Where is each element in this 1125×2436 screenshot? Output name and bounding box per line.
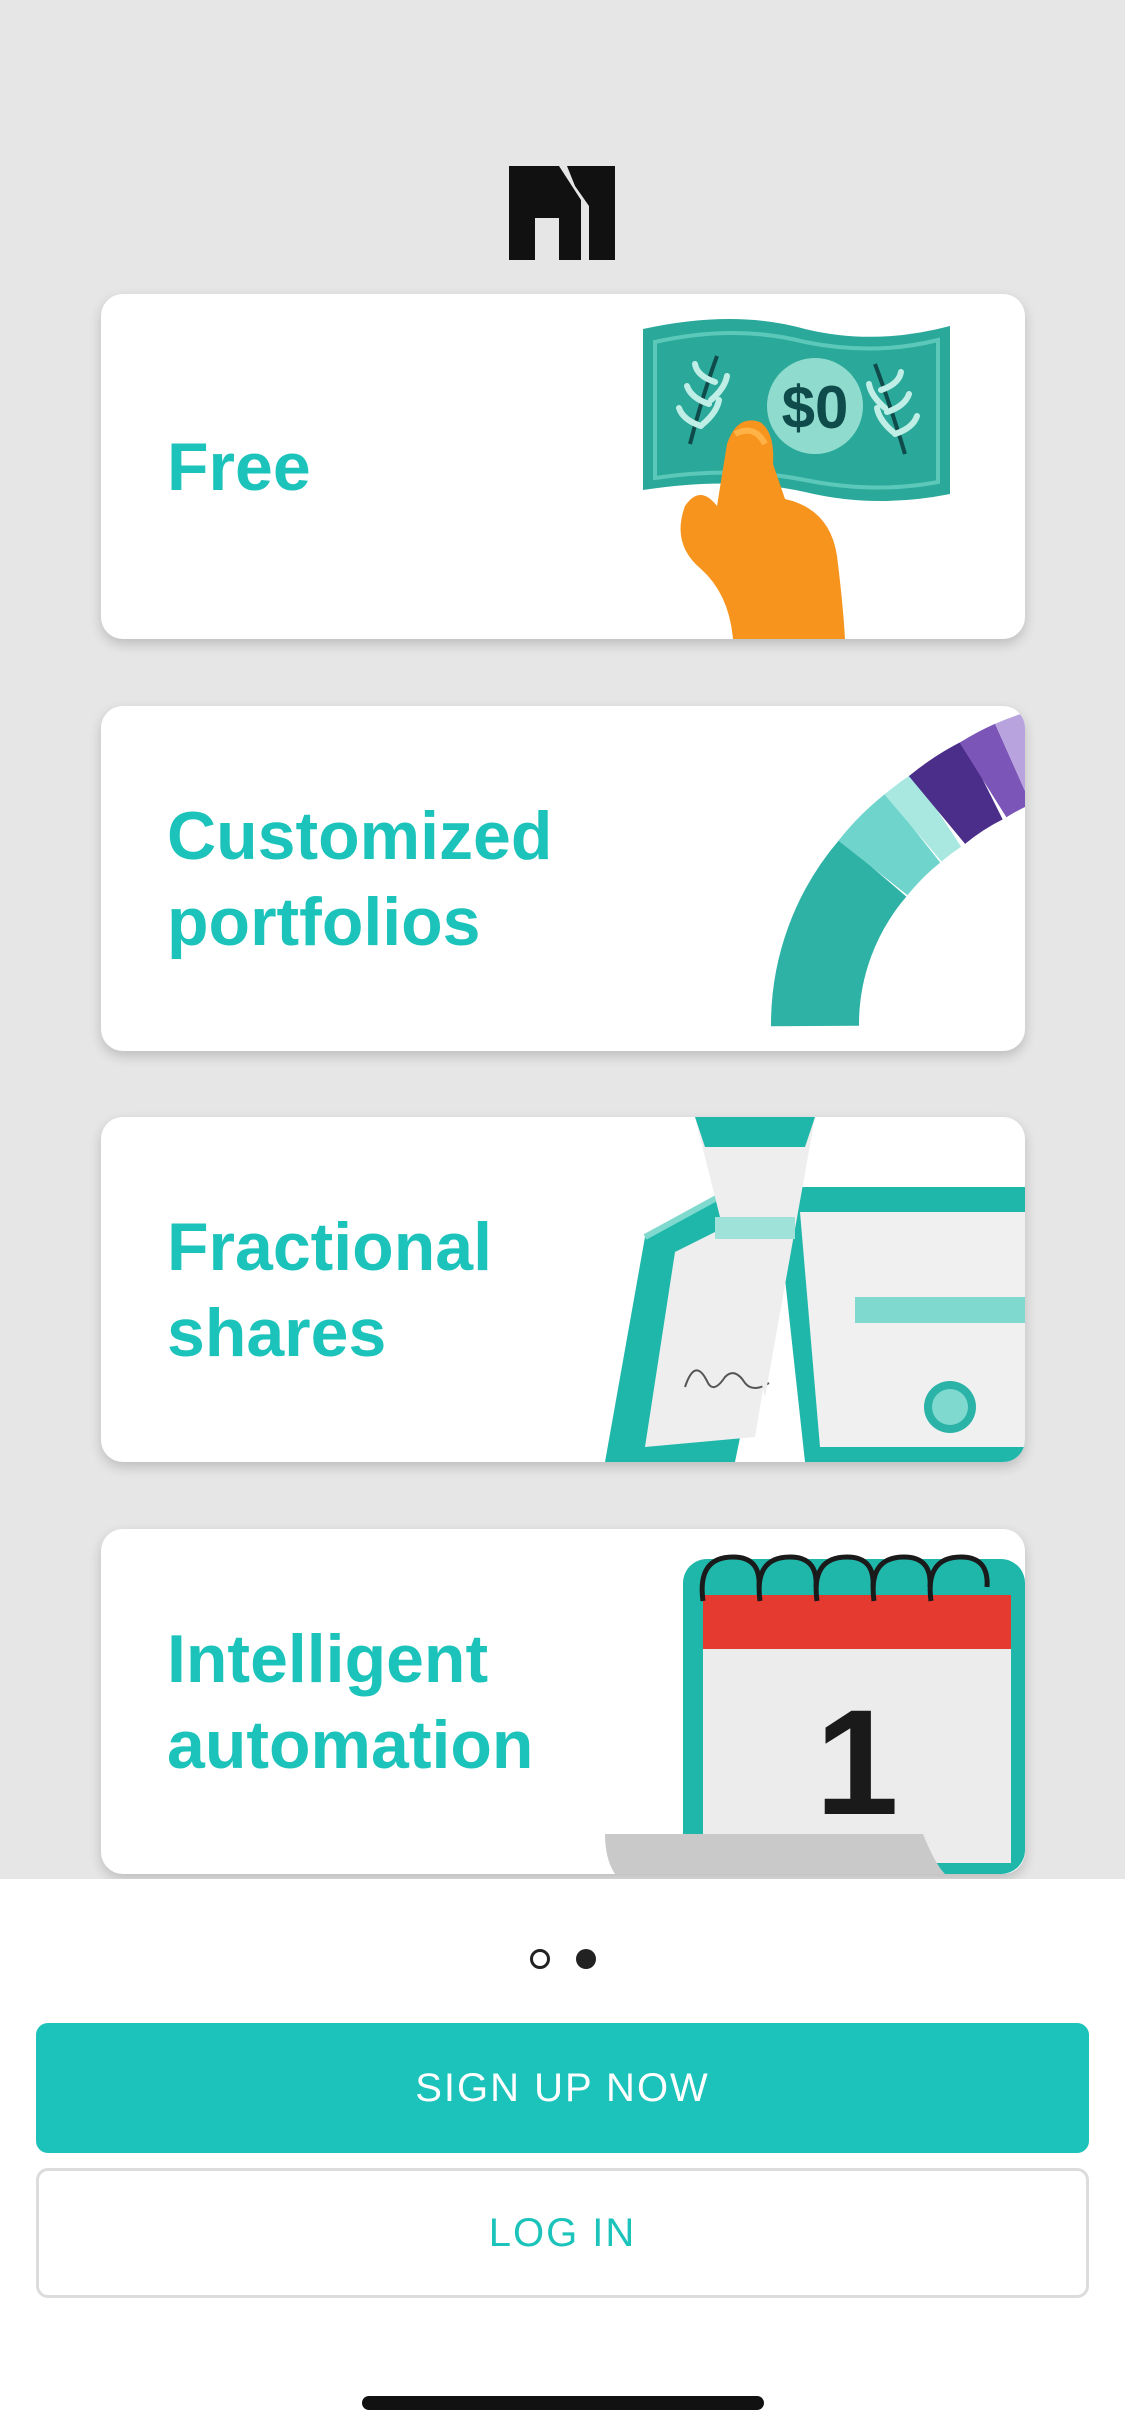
page-dot-2[interactable] [575, 1949, 596, 1969]
m1-logo-icon [509, 166, 615, 260]
sign-up-button[interactable]: SIGN UP NOW [36, 2023, 1089, 2153]
pagination-dots [0, 1949, 1125, 1969]
feature-card-intelligent-automation: Intelligent automation 1 [101, 1529, 1025, 1874]
bottom-panel: SIGN UP NOW LOG IN [0, 1879, 1125, 2436]
svg-text:1: 1 [815, 1678, 898, 1846]
page-dot-1[interactable] [529, 1949, 550, 1969]
donut-chart-icon [770, 712, 1025, 1027]
svg-text:$0: $0 [782, 374, 849, 441]
dollar-bill-icon: $0 [643, 319, 950, 639]
home-indicator[interactable] [362, 2396, 764, 2410]
feature-card-fractional-shares: Fractional shares [101, 1117, 1025, 1462]
calendar-icon: 1 [605, 1554, 1025, 1874]
feature-card-customized-portfolios: Customized portfolios [101, 706, 1025, 1051]
feature-card-free: Free $0 [101, 294, 1025, 639]
stock-certificate-icon [605, 1117, 1025, 1462]
log-in-button[interactable]: LOG IN [36, 2168, 1089, 2298]
